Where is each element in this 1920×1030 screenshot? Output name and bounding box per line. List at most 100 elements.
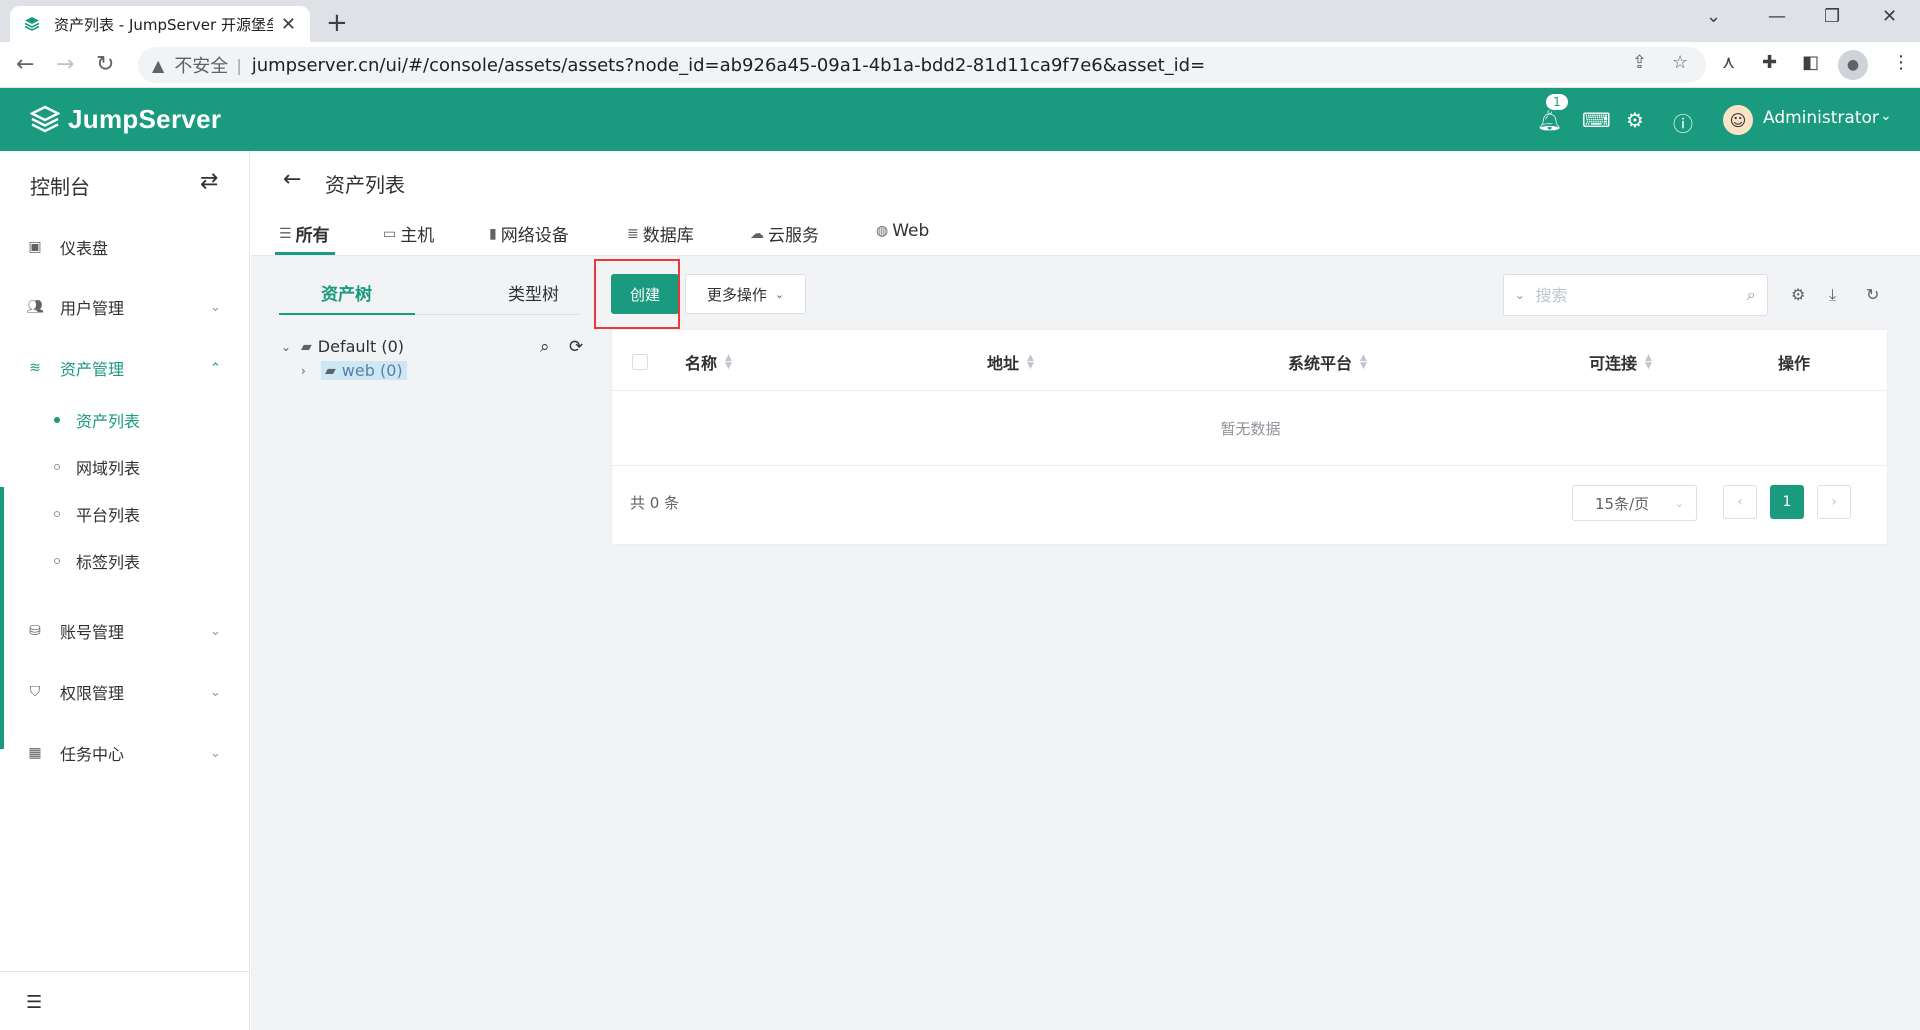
globe-icon: ◍ xyxy=(876,223,889,239)
extension-icon[interactable]: ⋏ xyxy=(1722,52,1735,73)
restore-icon[interactable]: ❐ xyxy=(1824,6,1840,27)
page-number-current[interactable]: 1 xyxy=(1770,485,1804,519)
table-settings-icon[interactable]: ⚙ xyxy=(1791,285,1805,304)
sidebar: 控制台 ⇄ ▣ 仪表盘 👥︎ 用户管理 ⌄ ≋ 资产管理 ⌃ 资产列表 网域列表… xyxy=(0,151,250,1030)
tree-refresh-icon[interactable]: ⟳ xyxy=(569,337,583,357)
sidebar-subitem-zone-list[interactable]: 网域列表 xyxy=(0,447,250,487)
tab-close-icon[interactable]: ✕ xyxy=(281,14,296,35)
dashboard-icon: ▣ xyxy=(28,239,42,255)
network-device-icon: ▮ xyxy=(489,225,497,242)
sidebar-subitem-platform-list[interactable]: 平台列表 xyxy=(0,494,250,534)
bullet-icon xyxy=(54,558,60,564)
insecure-label: 不安全 xyxy=(174,56,229,77)
browser-tabstrip: 资产列表 - JumpServer 开源堡垒 ✕ + ⌄ — ❐ ✕ xyxy=(0,0,1920,42)
calendar-icon: ▦ xyxy=(28,745,42,761)
page-header: ← 资产列表 ☰ 所有 ▭ 主机 ▮ 网络设备 ≣ 数据库 ☁ 云服务 ◍ We… xyxy=(251,151,1920,256)
tree-node-default[interactable]: ⌄ ▰ Default (0) xyxy=(281,337,404,356)
cloud-icon: ☁ xyxy=(750,225,764,242)
share-icon[interactable]: ⇪ xyxy=(1632,52,1647,73)
column-header-connectivity[interactable]: 可连接 ▲ ▼ xyxy=(1589,350,1652,374)
tab-label: 主机 xyxy=(400,226,435,246)
expand-arrow-icon[interactable]: ⌄ xyxy=(281,340,301,354)
sidebar-subitem-label-list[interactable]: 标签列表 xyxy=(0,541,250,581)
terminal-icon[interactable]: ⌨ xyxy=(1582,108,1611,132)
tab-all[interactable]: ☰ 所有 xyxy=(279,221,330,247)
back-icon[interactable]: ← xyxy=(16,52,34,77)
sidebar-item-tasks[interactable]: ▦ 任务中心 ⌄ xyxy=(0,733,250,773)
download-icon[interactable]: ⤓ xyxy=(1829,285,1836,305)
sidebar-item-dashboard[interactable]: ▣ 仪表盘 xyxy=(0,227,250,267)
sidebar-title: 控制台 xyxy=(30,175,90,199)
sort-icon[interactable]: ▲ ▼ xyxy=(1645,354,1652,371)
prev-page-button[interactable]: ‹ xyxy=(1723,485,1757,519)
reload-icon[interactable]: ↻ xyxy=(96,52,114,77)
chevron-down-icon: ⌄ xyxy=(210,684,221,700)
logo[interactable]: JumpServer xyxy=(30,104,221,135)
user-name[interactable]: Administrator xyxy=(1763,108,1879,128)
sidebar-subitem-asset-list[interactable]: 资产列表 xyxy=(0,400,250,440)
list-icon: ☰ xyxy=(279,225,292,242)
tree-search-icon[interactable]: ⌕ xyxy=(540,337,550,357)
chevron-down-icon: ⌄ xyxy=(210,623,221,639)
notification-badge: 1 xyxy=(1544,92,1570,112)
url-text: jumpserver.cn/ui/#/console/assets/assets… xyxy=(251,54,1206,76)
puzzle-icon[interactable]: ✚ xyxy=(1762,52,1777,73)
tab-search-icon[interactable]: ⌄ xyxy=(1706,6,1721,27)
sidebar-item-label: 任务中心 xyxy=(60,745,125,764)
empty-state-text: 暂无数据 xyxy=(612,392,1889,466)
search-filter-dropdown-icon[interactable]: ⌄ xyxy=(1504,288,1536,302)
tab-host[interactable]: ▭ 主机 xyxy=(383,221,435,247)
collapse-sidebar-icon[interactable]: ☰ xyxy=(26,992,42,1013)
layers-icon: ≋ xyxy=(29,360,41,376)
column-header-address[interactable]: 地址 ▲ ▼ xyxy=(987,350,1034,374)
sidebar-item-permissions[interactable]: ⛉ 权限管理 ⌄ xyxy=(0,672,250,712)
tab-network-device[interactable]: ▮ 网络设备 xyxy=(489,221,569,247)
browser-tab[interactable]: 资产列表 - JumpServer 开源堡垒 ✕ xyxy=(10,6,310,42)
tree-node-label: web (0) xyxy=(341,361,403,380)
sidebar-item-assets[interactable]: ≋ 资产管理 ⌃ xyxy=(0,348,250,388)
column-header-platform[interactable]: 系统平台 ▲ ▼ xyxy=(1288,350,1367,374)
tab-asset-tree[interactable]: 资产树 xyxy=(321,280,372,305)
settings-gear-icon[interactable]: ⚙ xyxy=(1626,108,1644,132)
chevron-down-icon[interactable]: ⌄ xyxy=(1880,108,1892,124)
tree-node-web[interactable]: › ▰ web (0) xyxy=(301,361,407,380)
sidebar-item-label: 资产管理 xyxy=(60,360,125,379)
tab-cloud[interactable]: ☁ 云服务 xyxy=(750,221,819,247)
window-close-icon[interactable]: ✕ xyxy=(1882,6,1897,27)
column-header-name[interactable]: 名称 ▲ ▼ xyxy=(685,350,732,374)
sort-icon[interactable]: ▲ ▼ xyxy=(1360,354,1367,371)
sort-icon[interactable]: ▲ ▼ xyxy=(1027,354,1034,371)
select-all-checkbox[interactable] xyxy=(632,354,648,370)
bookmark-star-icon[interactable]: ☆ xyxy=(1672,52,1688,73)
sidebar-footer: ☰ xyxy=(0,971,250,1030)
address-bar[interactable]: ▲ 不安全 | jumpserver.cn/ui/#/console/asset… xyxy=(138,47,1706,83)
column-header-actions: 操作 xyxy=(1778,350,1810,374)
refresh-icon[interactable]: ↻ xyxy=(1866,285,1879,304)
profile-avatar-icon[interactable]: ● xyxy=(1838,50,1868,80)
minimize-icon[interactable]: — xyxy=(1768,6,1786,27)
help-icon[interactable]: ⓘ xyxy=(1673,108,1693,137)
sidebar-item-accounts[interactable]: ⛁ 账号管理 ⌄ xyxy=(0,611,250,651)
page-size-select[interactable]: 15条/页 ⌄ xyxy=(1572,485,1697,521)
menu-kebab-icon[interactable]: ⋮ xyxy=(1892,52,1910,73)
collapse-arrow-icon[interactable]: › xyxy=(301,364,321,378)
tab-web[interactable]: ◍ Web xyxy=(876,221,929,241)
sidebar-item-label: 用户管理 xyxy=(60,299,125,318)
search-input[interactable] xyxy=(1535,285,1736,305)
user-avatar[interactable]: ☺ xyxy=(1723,105,1753,135)
tab-database[interactable]: ≣ 数据库 xyxy=(627,221,694,247)
back-arrow-icon[interactable]: ← xyxy=(283,167,301,192)
search-box: ⌄ ⌕ xyxy=(1503,274,1768,316)
tab-type-tree[interactable]: 类型树 xyxy=(508,280,559,305)
next-page-button[interactable]: › xyxy=(1817,485,1851,519)
sidebar-item-label: 账号管理 xyxy=(60,623,125,642)
forward-icon[interactable]: → xyxy=(56,52,74,77)
search-icon[interactable]: ⌕ xyxy=(1736,285,1768,305)
sidepanel-icon[interactable]: ◧ xyxy=(1802,52,1819,73)
sort-icon[interactable]: ▲ ▼ xyxy=(725,354,732,371)
switch-view-icon[interactable]: ⇄ xyxy=(200,169,218,194)
more-actions-button[interactable]: 更多操作 ⌄ xyxy=(685,274,806,314)
sidebar-item-label: 仪表盘 xyxy=(60,239,109,258)
new-tab-button[interactable]: + xyxy=(326,8,348,38)
sidebar-item-users[interactable]: 👥︎ 用户管理 ⌄ xyxy=(0,287,250,327)
